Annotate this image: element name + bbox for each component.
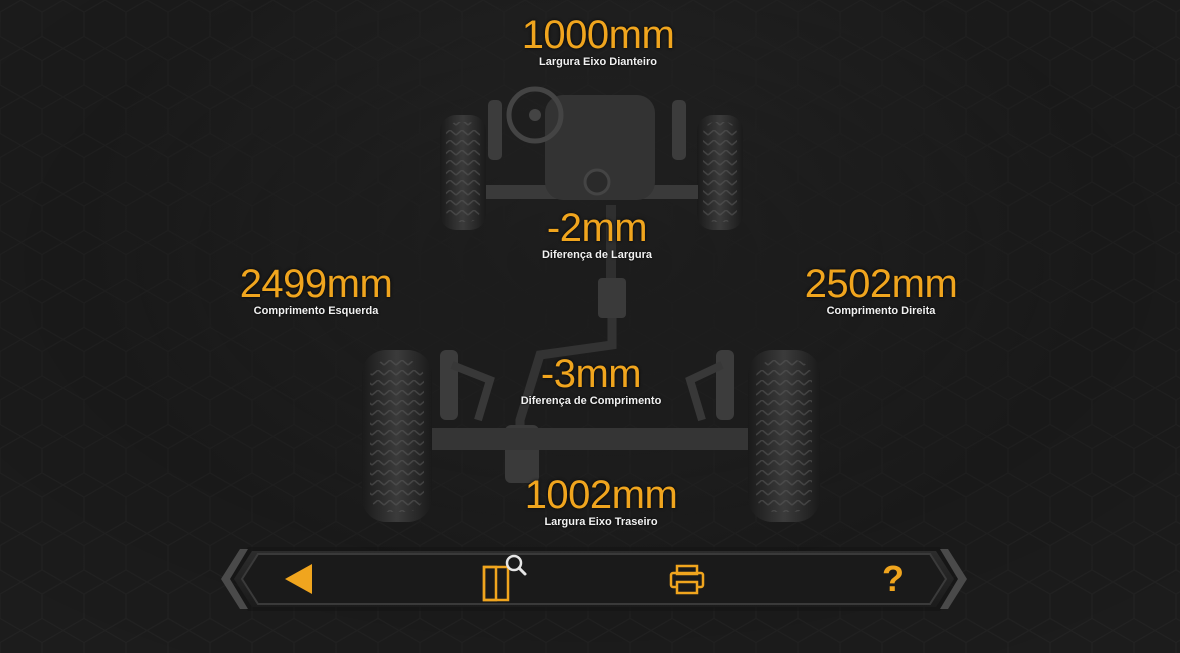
left-length-label: Comprimento Esquerda [253,305,379,317]
right-length: 2502mm Comprimento Direita [805,264,958,318]
bottom-toolbar: ? [218,545,970,613]
report-preview-button[interactable] [478,545,532,613]
width-difference-label: Diferença de Largura [541,249,653,261]
length-difference-label: Diferença de Comprimento [520,395,662,407]
rear-axle-width: 1002mm Largura Eixo Traseiro [525,475,678,529]
printer-icon [669,564,705,595]
front-right-tire [697,115,743,230]
front-axle-width-value: 1000mm [521,13,675,57]
front-axle-width: 1000mm Largura Eixo Dianteiro [522,15,675,69]
rear-axle-width-label: Largura Eixo Traseiro [544,516,658,528]
length-difference-value: -3mm [540,352,642,396]
print-button[interactable] [663,545,713,613]
right-length-value: 2502mm [804,262,958,306]
width-difference-value: -2mm [546,206,648,250]
front-axle-width-label: Largura Eixo Dianteiro [539,56,657,68]
rear-right-tire [748,350,820,522]
right-length-label: Comprimento Direita [826,305,936,317]
help-button[interactable]: ? [868,545,918,613]
front-left-tire [440,115,486,230]
left-length-value: 2499mm [239,262,393,306]
help-icon: ? [882,558,904,599]
measurement-screen: 1000mm Largura Eixo Dianteiro -2mm Difer… [0,0,1180,653]
rear-axle-width-value: 1002mm [524,473,678,517]
left-length: 2499mm Comprimento Esquerda [240,264,393,318]
rear-left-tire [362,350,432,522]
toolbar-frame [221,547,967,611]
width-difference: -2mm Diferença de Largura [542,208,652,262]
back-arrow-icon [285,564,312,594]
back-button[interactable] [276,545,326,613]
report-preview-icon [482,554,527,602]
length-difference: -3mm Diferença de Comprimento [521,354,662,408]
